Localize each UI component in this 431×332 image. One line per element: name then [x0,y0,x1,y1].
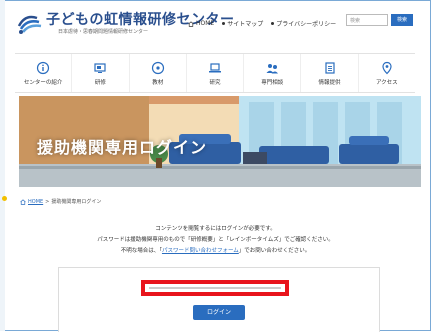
contact-message: 不明な場合は、「パスワード問い合わせフォーム」でお問い合わせください。 [120,248,311,254]
privacy-policy-link[interactable]: プライバシーポリシー [271,19,336,28]
search-button[interactable]: 検索 [391,14,413,26]
password-input[interactable] [141,280,289,296]
rainbow-logo-icon[interactable] [16,12,44,36]
nav-item-about[interactable]: センターの紹介 [15,54,73,92]
sitemap-link[interactable]: サイトマップ [222,19,263,28]
left-edge-strip [0,0,5,331]
home-link[interactable]: HOME [188,19,214,28]
login-form [58,267,380,332]
nav-label: アクセス [375,79,398,86]
nav-label: 情報提供 [318,79,341,86]
breadcrumb: HOME > 援助機関専用ログイン [20,198,101,205]
nav-label: 研究 [209,79,221,86]
location-pin-icon [382,61,392,74]
nav-item-information[interactable]: 情報提供 [301,54,359,92]
nav-label: 専門相談 [261,79,284,86]
nav-item-training[interactable]: 研修 [72,54,130,92]
nav-item-access[interactable]: アクセス [359,54,415,92]
scroll-marker [2,196,7,201]
password-inquiry-link[interactable]: パスワード問い合わせフォーム [162,248,239,254]
search-input[interactable]: 検索 [346,14,388,26]
nav-item-materials[interactable]: 教材 [130,54,187,92]
nav-label: センターの紹介 [23,79,63,86]
login-required-message: コンテンツを閲覧するにはログインが必要です。 [155,226,276,232]
breadcrumb-separator: > [45,198,50,205]
password-info-message: パスワードは援助機関専用のもので「研修概要」と「レインボータイムズ」でご確認くだ… [97,237,334,243]
monitor-icon [94,62,107,73]
login-button[interactable]: ログイン [193,305,245,320]
password-input-inner [149,287,281,289]
nav-item-consultation[interactable]: 専門相談 [244,54,302,92]
breadcrumb-current: 援助機関専用ログイン [51,199,102,205]
nav-label: 教材 [152,79,164,86]
bullet-icon [222,22,226,25]
bullet-icon [271,22,275,25]
home-icon [188,20,194,27]
breadcrumb-home-link[interactable]: HOME [28,199,43,205]
home-icon [20,198,26,205]
top-links: HOME サイトマップ プライバシーポリシー [188,19,336,28]
hero-title: 援助機関専用ログイン [37,138,208,157]
document-icon [324,61,335,74]
info-icon [37,61,50,74]
site-subtitle: 日本虐待・思春期問題情報研修センター [58,29,149,35]
nav-label: 研修 [94,79,106,86]
laptop-icon [208,62,221,72]
consult-icon [266,63,279,73]
hero-banner: 援助機関専用ログイン [19,96,421,187]
nav-item-research[interactable]: 研究 [187,54,245,92]
main-nav: センターの紹介 研修 教材 研究 専門相談 情報提供 アクセス [15,53,415,93]
disc-icon [151,61,164,74]
